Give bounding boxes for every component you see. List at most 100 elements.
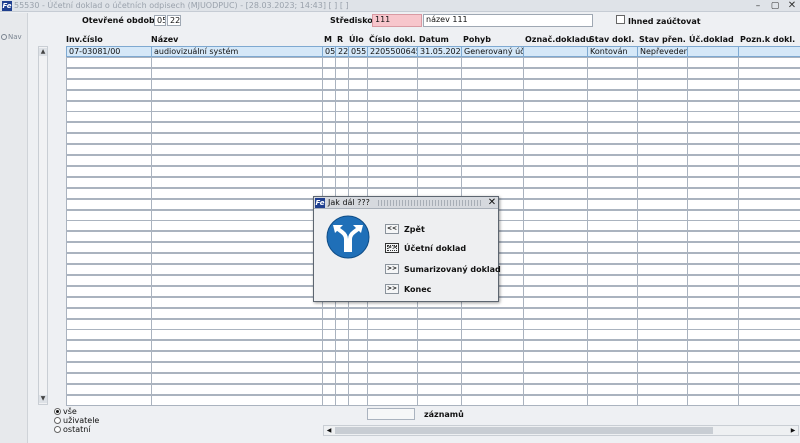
table-row[interactable]: [66, 122, 800, 134]
cell-year[interactable]: 22: [335, 46, 349, 57]
cell-doc-status[interactable]: [587, 133, 638, 145]
cell-doc-status[interactable]: [587, 122, 638, 134]
cell-acc-doc[interactable]: [687, 340, 739, 352]
cell-transfer-status[interactable]: [637, 155, 688, 166]
cell-month[interactable]: [322, 89, 336, 101]
cell-month[interactable]: [322, 111, 336, 123]
cell-transfer-status[interactable]: [637, 133, 688, 145]
cell-unit[interactable]: [348, 78, 368, 90]
cell-unit[interactable]: [348, 155, 368, 166]
table-row[interactable]: [66, 144, 800, 156]
cell-date[interactable]: [417, 144, 462, 156]
cell-doc-status[interactable]: [587, 274, 638, 286]
table-row[interactable]: [66, 78, 800, 90]
minimize-button[interactable]: –: [752, 0, 764, 12]
cell-name[interactable]: [151, 89, 323, 101]
cell-name[interactable]: audiovizuální systém: [151, 46, 323, 57]
cell-acc-doc[interactable]: [687, 122, 739, 134]
cell-doc-status[interactable]: [587, 253, 638, 265]
cell-doc-status[interactable]: [587, 187, 638, 199]
cell-doc-note[interactable]: [738, 187, 800, 199]
cell-unit[interactable]: [348, 67, 368, 79]
cell-name[interactable]: [151, 133, 323, 145]
cell-doc-note[interactable]: [738, 56, 800, 68]
cell-year[interactable]: [335, 362, 349, 374]
cell-acc-doc[interactable]: [687, 383, 739, 395]
column-header-month[interactable]: M: [324, 35, 332, 44]
cell-doc-note[interactable]: [738, 111, 800, 123]
cell-doc-mark[interactable]: [523, 155, 588, 166]
cell-inv-number[interactable]: [66, 176, 152, 188]
cell-month[interactable]: [322, 56, 336, 68]
cell-doc-mark[interactable]: [523, 264, 588, 275]
cell-inv-number[interactable]: [66, 198, 152, 210]
cell-movement[interactable]: [461, 89, 524, 101]
cell-doc-number[interactable]: [367, 133, 418, 145]
maximize-button[interactable]: ▢: [769, 0, 781, 12]
cell-doc-note[interactable]: [738, 133, 800, 145]
cell-doc-mark[interactable]: [523, 176, 588, 188]
cell-movement[interactable]: [461, 67, 524, 79]
cell-year[interactable]: [335, 165, 349, 177]
scroll-down-icon[interactable]: ▼: [39, 395, 47, 403]
scroll-right-icon[interactable]: ▶: [788, 426, 798, 435]
cell-acc-doc[interactable]: [687, 231, 739, 243]
cell-year[interactable]: [335, 89, 349, 101]
cell-doc-mark[interactable]: [523, 231, 588, 243]
cell-doc-note[interactable]: [738, 340, 800, 352]
cell-doc-status[interactable]: [587, 67, 638, 79]
cell-month[interactable]: [322, 144, 336, 156]
cell-doc-number[interactable]: [367, 122, 418, 134]
cell-unit[interactable]: [348, 122, 368, 134]
summary-document-button[interactable]: >>: [385, 264, 399, 274]
cell-acc-doc[interactable]: [687, 285, 739, 297]
dialog-title-bar[interactable]: Fe Jak dál ??? ✕: [314, 197, 498, 209]
cell-doc-note[interactable]: [738, 242, 800, 254]
cell-movement[interactable]: [461, 56, 524, 68]
cell-doc-status[interactable]: [587, 111, 638, 123]
cell-inv-number[interactable]: [66, 351, 152, 363]
cell-transfer-status[interactable]: [637, 67, 688, 79]
cell-name[interactable]: [151, 122, 323, 134]
table-row[interactable]: [66, 89, 800, 101]
cell-doc-mark[interactable]: [523, 296, 588, 308]
cell-month[interactable]: [322, 100, 336, 112]
cell-transfer-status[interactable]: [637, 220, 688, 232]
cell-doc-note[interactable]: [738, 351, 800, 363]
cell-doc-mark[interactable]: [523, 394, 588, 406]
cell-inv-number[interactable]: [66, 187, 152, 199]
cell-acc-doc[interactable]: [687, 351, 739, 363]
cell-transfer-status[interactable]: [637, 394, 688, 406]
cell-name[interactable]: [151, 373, 323, 384]
cell-month[interactable]: [322, 78, 336, 90]
cell-doc-note[interactable]: [738, 122, 800, 134]
cell-doc-mark[interactable]: [523, 165, 588, 177]
cell-unit[interactable]: [348, 351, 368, 363]
cell-acc-doc[interactable]: [687, 198, 739, 210]
cell-year[interactable]: [335, 176, 349, 188]
cell-inv-number[interactable]: [66, 209, 152, 221]
center-code-field[interactable]: 111: [372, 14, 422, 27]
column-header-transfer-status[interactable]: Stav přen.: [639, 35, 686, 44]
cell-date[interactable]: [417, 155, 462, 166]
cell-doc-number[interactable]: [367, 176, 418, 188]
cell-doc-status[interactable]: [587, 394, 638, 406]
cell-acc-doc[interactable]: [687, 394, 739, 406]
table-row[interactable]: [66, 100, 800, 112]
cell-doc-note[interactable]: [738, 264, 800, 275]
cell-name[interactable]: [151, 209, 323, 221]
cell-transfer-status[interactable]: [637, 144, 688, 156]
table-row[interactable]: [66, 318, 800, 330]
cell-doc-note[interactable]: [738, 100, 800, 112]
table-row[interactable]: [66, 329, 800, 341]
cell-year[interactable]: [335, 122, 349, 134]
column-header-doc-note[interactable]: Pozn.k dokl.: [740, 35, 795, 44]
cell-doc-note[interactable]: [738, 198, 800, 210]
cell-doc-mark[interactable]: [523, 122, 588, 134]
cell-doc-mark[interactable]: [523, 89, 588, 101]
back-button[interactable]: <<: [385, 224, 399, 234]
cell-doc-mark[interactable]: [523, 187, 588, 199]
cell-unit[interactable]: [348, 383, 368, 395]
cell-month[interactable]: [322, 67, 336, 79]
table-row[interactable]: [66, 362, 800, 374]
